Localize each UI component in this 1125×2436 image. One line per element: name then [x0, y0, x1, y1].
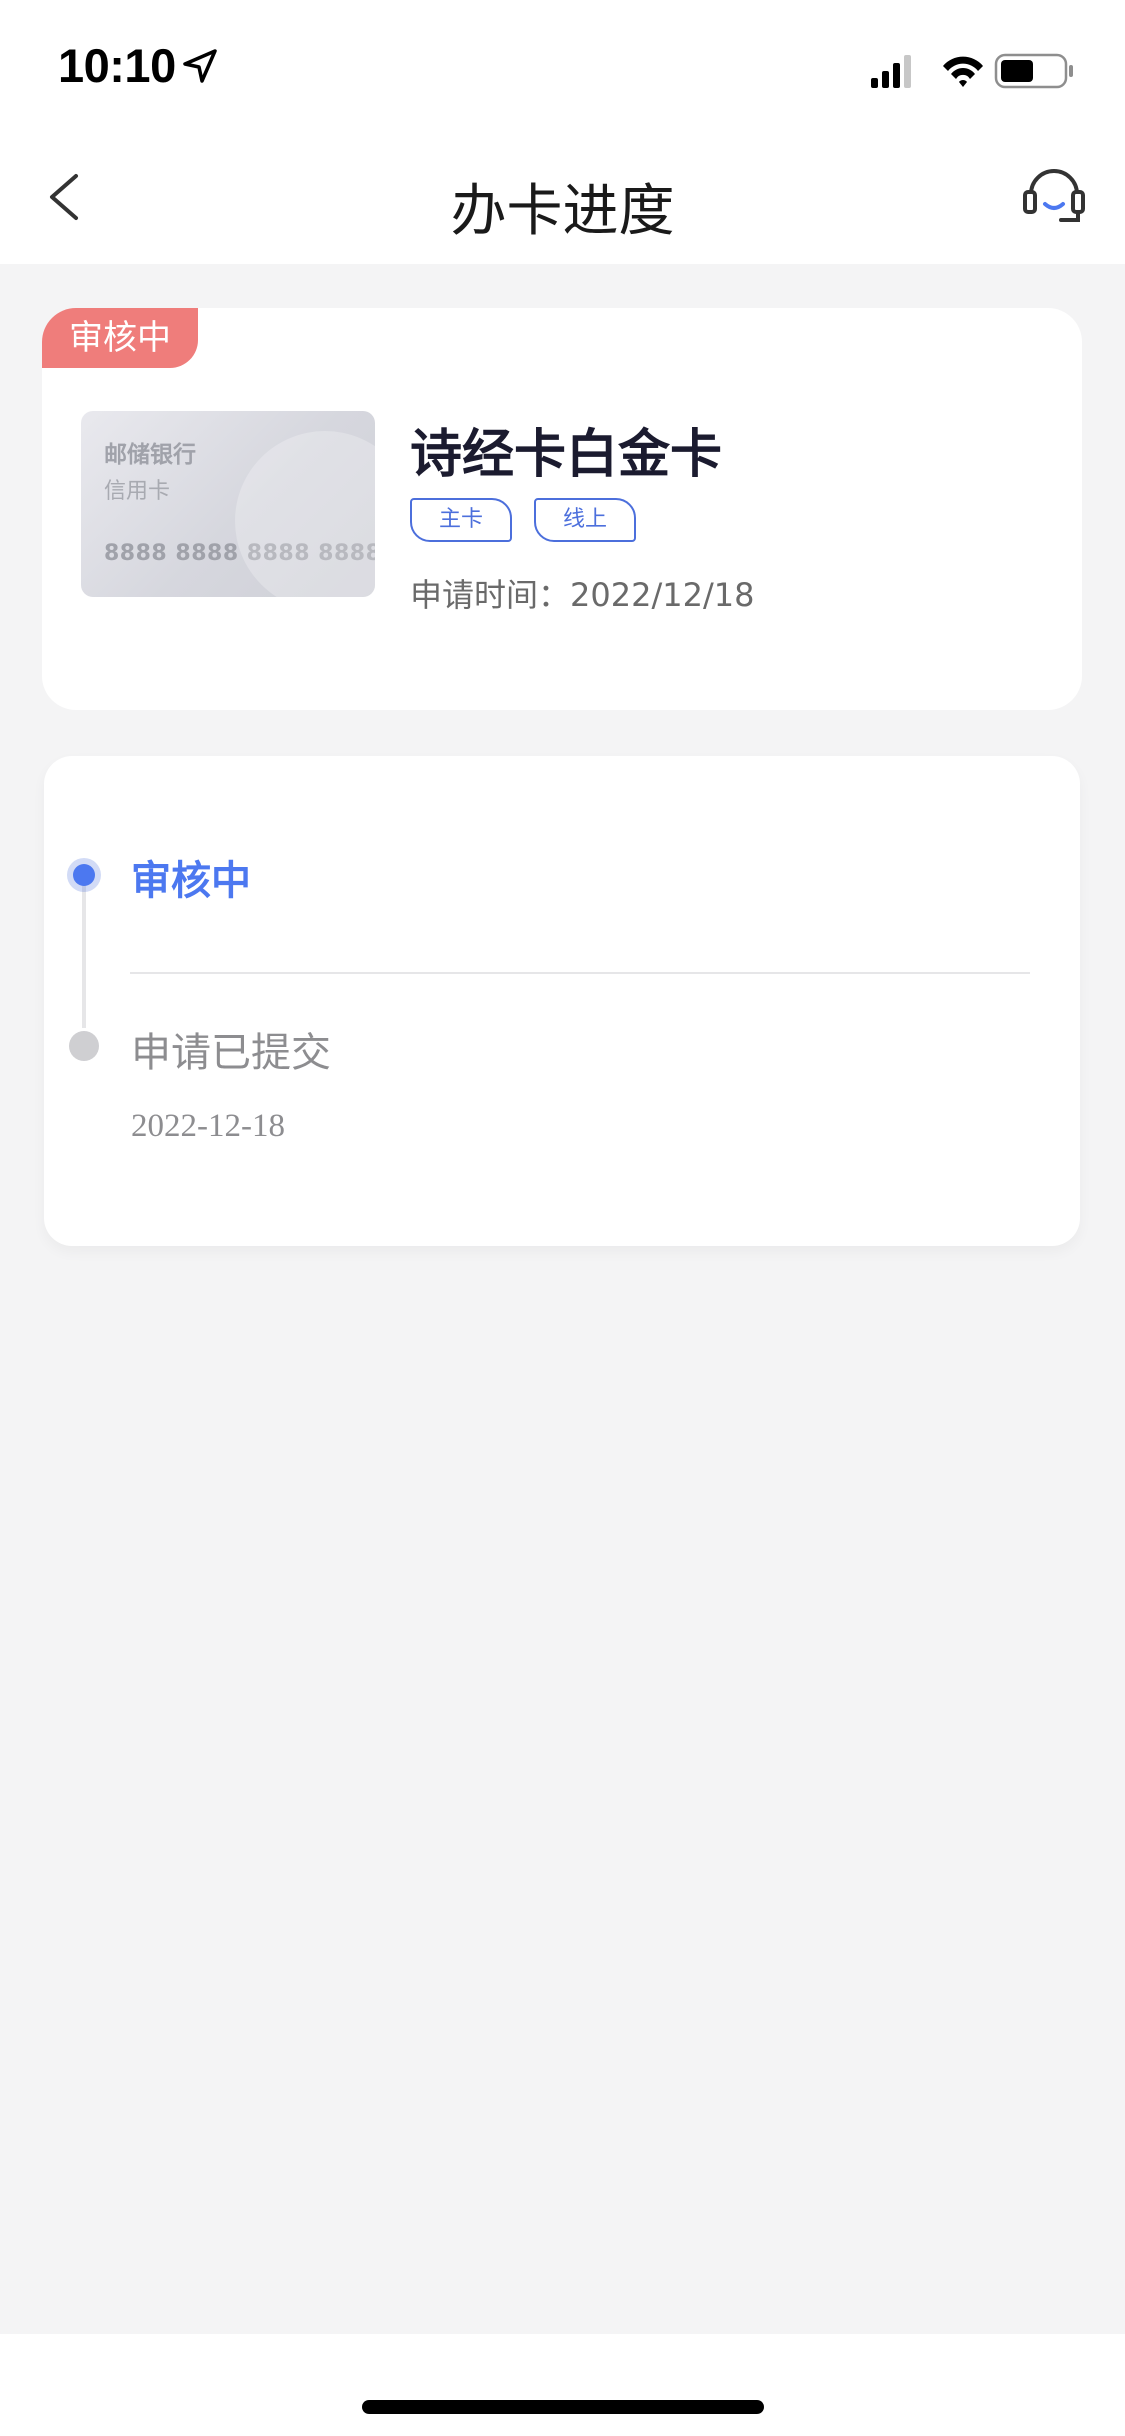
card-bank-name: 邮储银行: [104, 442, 196, 468]
location-arrow-icon: [183, 49, 217, 83]
status-time: 10:10: [58, 39, 176, 92]
home-indicator[interactable]: [362, 2400, 764, 2414]
card-number: 8888 8888 8888 8888: [104, 541, 375, 566]
timeline-divider: [130, 972, 1030, 974]
status-bar: 10:10: [0, 0, 1125, 132]
tag-online: 线上: [534, 498, 636, 542]
card-info-panel: 审核中 邮储银行 信用卡 8888 8888 8888 8888 诗经卡白金卡 …: [42, 308, 1082, 710]
tag-main-card: 主卡: [410, 498, 512, 542]
nav-bar: 办卡进度: [0, 132, 1125, 264]
wifi-icon: [943, 56, 983, 87]
timeline-dot-active: [67, 858, 101, 892]
battery-icon: [994, 53, 1073, 89]
page-title: 办卡进度: [450, 179, 675, 244]
timeline-step-date: 2022-12-18: [131, 1108, 285, 1144]
apply-time: 申请时间：2022/12/18: [410, 576, 755, 614]
card-type-label: 信用卡: [104, 479, 171, 504]
product-name: 诗经卡白金卡: [410, 425, 723, 485]
timeline-step-submitted: 申请已提交: [131, 1030, 331, 1076]
credit-card-image: 邮储银行 信用卡 8888 8888 8888 8888: [81, 411, 375, 597]
timeline-connector: [82, 878, 86, 1028]
timeline-step-reviewing: 审核中: [131, 858, 251, 904]
status-icons: [871, 53, 1073, 89]
customer-service-icon[interactable]: [1019, 160, 1089, 230]
timeline-dot-inactive: [69, 1031, 99, 1061]
signal-icon: [871, 55, 911, 88]
status-badge: 审核中: [42, 308, 198, 368]
progress-timeline: 审核中 申请已提交 2022-12-18: [44, 756, 1080, 1246]
bottom-safe-area: [0, 2334, 1125, 2436]
